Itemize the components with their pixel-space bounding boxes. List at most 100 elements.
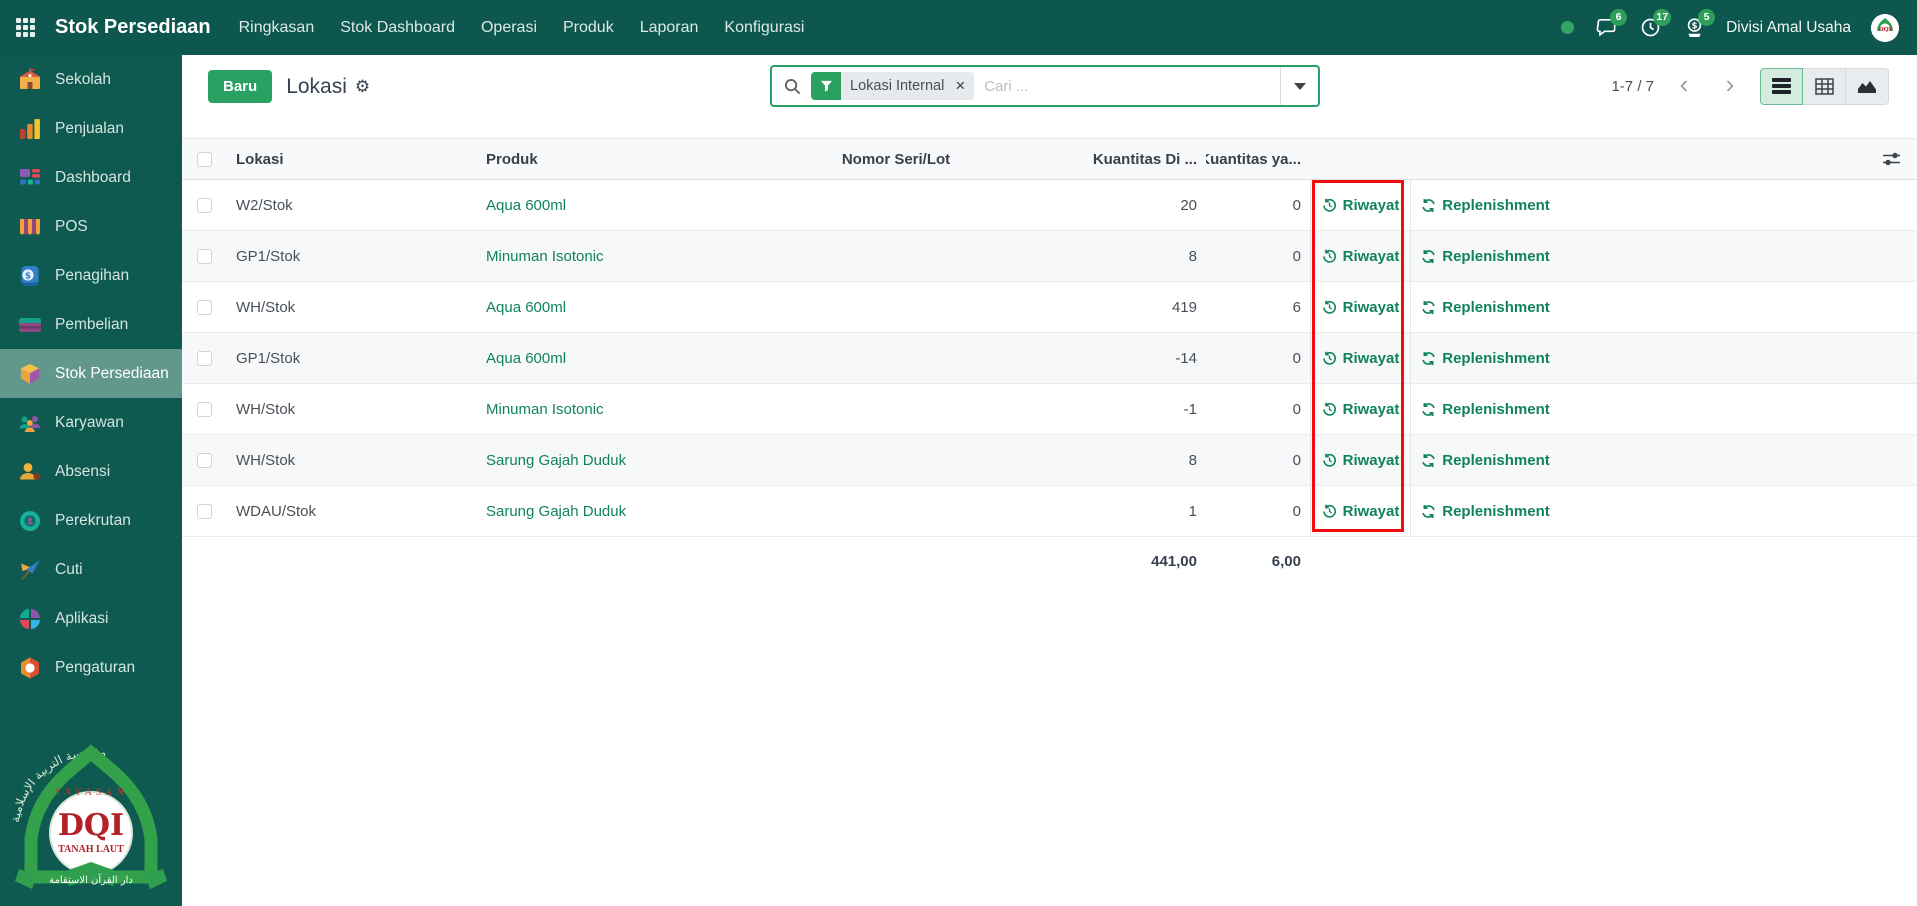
row-checkbox[interactable] — [197, 504, 212, 519]
product-link[interactable]: Minuman Isotonic — [486, 401, 604, 418]
replenishment-button[interactable]: Replenishment — [1421, 452, 1550, 469]
gear-icon[interactable]: ⚙ — [355, 77, 370, 97]
sidebar-item-cuti[interactable]: Cuti — [0, 545, 182, 594]
sales-chart-icon — [17, 116, 43, 142]
view-switcher — [1760, 68, 1889, 105]
facet-label: Lokasi Internal — [841, 72, 953, 100]
apps-menu-icon[interactable] — [16, 18, 35, 37]
history-button[interactable]: Riwayat — [1322, 401, 1400, 418]
menu-ringkasan[interactable]: Ringkasan — [239, 19, 315, 37]
cell-lokasi: GP1/Stok — [226, 333, 476, 383]
sidebar-item-dashboard[interactable]: Dashboard — [0, 153, 182, 202]
sidebar-item-stok-persediaan[interactable]: Stok Persediaan — [0, 349, 182, 398]
sidebar-item-aplikasi[interactable]: Aplikasi — [0, 594, 182, 643]
replenishment-button[interactable]: Replenishment — [1421, 248, 1550, 265]
row-checkbox[interactable] — [197, 402, 212, 417]
graph-view-button[interactable] — [1846, 68, 1889, 105]
messages-badge: 6 — [1610, 9, 1627, 26]
sidebar-item-label: POS — [55, 218, 88, 236]
app-title[interactable]: Stok Persediaan — [55, 16, 211, 39]
table-row[interactable]: WH/Stok Sarung Gajah Duduk 8 0 Riwayat R… — [182, 435, 1917, 486]
sidebar-item-absensi[interactable]: Absensi — [0, 447, 182, 496]
product-link[interactable]: Aqua 600ml — [486, 350, 566, 367]
col-header-produk[interactable]: Produk — [476, 139, 776, 179]
sidebar-item-label: Dashboard — [55, 169, 131, 187]
sidebar-item-pos[interactable]: POS — [0, 202, 182, 251]
sidebar-item-penjualan[interactable]: Penjualan — [0, 104, 182, 153]
row-checkbox[interactable] — [197, 351, 212, 366]
user-avatar[interactable]: DQI — [1871, 14, 1899, 42]
col-header-qty-reserved[interactable]: Kuantitas ya... — [1206, 139, 1310, 179]
replenishment-button[interactable]: Replenishment — [1421, 350, 1550, 367]
sidebar-item-sekolah[interactable]: Sekolah — [0, 55, 182, 104]
menu-produk[interactable]: Produk — [563, 19, 614, 37]
new-record-button[interactable]: Baru — [208, 70, 272, 103]
apps-wheel-icon — [17, 606, 43, 632]
cell-serial — [776, 231, 1016, 281]
sidebar-item-penagihan[interactable]: $ Penagihan — [0, 251, 182, 300]
list-view-button[interactable] — [1760, 68, 1803, 105]
cell-serial — [776, 486, 1016, 536]
inventory-box-icon — [17, 361, 43, 387]
product-link[interactable]: Sarung Gajah Duduk — [486, 503, 626, 520]
product-link[interactable]: Minuman Isotonic — [486, 248, 604, 265]
svg-text:YAYASAN: YAYASAN — [54, 787, 128, 798]
sidebar-item-pengaturan[interactable]: Pengaturan — [0, 643, 182, 692]
table-row[interactable]: GP1/Stok Minuman Isotonic 8 0 Riwayat Re… — [182, 231, 1917, 282]
col-header-lokasi[interactable]: Lokasi — [226, 139, 476, 179]
table-row[interactable]: WH/Stok Minuman Isotonic -1 0 Riwayat Re… — [182, 384, 1917, 435]
pager-next-button[interactable]: › — [1714, 68, 1746, 104]
activities-icon[interactable]: 17 — [1638, 16, 1662, 40]
menu-stok-dashboard[interactable]: Stok Dashboard — [340, 19, 455, 37]
cell-qty-reserved: 0 — [1206, 333, 1310, 383]
sidebar-item-karyawan[interactable]: Karyawan — [0, 398, 182, 447]
history-button[interactable]: Riwayat — [1322, 452, 1400, 469]
row-checkbox[interactable] — [197, 300, 212, 315]
optional-columns-icon[interactable] — [1882, 152, 1901, 167]
table-row[interactable]: WH/Stok Aqua 600ml 419 6 Riwayat Repleni… — [182, 282, 1917, 333]
history-button[interactable]: Riwayat — [1322, 503, 1400, 520]
row-checkbox[interactable] — [197, 453, 212, 468]
replenishment-button[interactable]: Replenishment — [1421, 197, 1550, 214]
menu-laporan[interactable]: Laporan — [640, 19, 699, 37]
menu-operasi[interactable]: Operasi — [481, 19, 537, 37]
search-dropdown-toggle[interactable] — [1280, 67, 1318, 105]
cell-qty-on-hand: 419 — [1016, 282, 1206, 332]
col-header-qty-on-hand[interactable]: Kuantitas Di ... — [1016, 139, 1206, 179]
history-button[interactable]: Riwayat — [1322, 299, 1400, 316]
table-row[interactable]: W2/Stok Aqua 600ml 20 0 Riwayat Replenis… — [182, 180, 1917, 231]
history-button[interactable]: Riwayat — [1322, 248, 1400, 265]
product-link[interactable]: Sarung Gajah Duduk — [486, 452, 626, 469]
row-checkbox[interactable] — [197, 249, 212, 264]
history-button[interactable]: Riwayat — [1322, 197, 1400, 214]
sales-money-icon[interactable]: $ 5 — [1682, 16, 1706, 40]
table-row[interactable]: GP1/Stok Aqua 600ml -14 0 Riwayat Replen… — [182, 333, 1917, 384]
table-row[interactable]: WDAU/Stok Sarung Gajah Duduk 1 0 Riwayat… — [182, 486, 1917, 537]
sidebar-item-pembelian[interactable]: Pembelian — [0, 300, 182, 349]
replenishment-button[interactable]: Replenishment — [1421, 299, 1550, 316]
cell-serial — [776, 435, 1016, 485]
pager-prev-button[interactable]: ‹ — [1668, 68, 1700, 104]
replenishment-button[interactable]: Replenishment — [1421, 401, 1550, 418]
replenishment-button[interactable]: Replenishment — [1421, 503, 1550, 520]
select-all-checkbox[interactable] — [197, 152, 212, 167]
product-link[interactable]: Aqua 600ml — [486, 197, 566, 214]
history-button[interactable]: Riwayat — [1322, 350, 1400, 367]
row-checkbox[interactable] — [197, 198, 212, 213]
chevron-down-icon — [1294, 83, 1306, 90]
pivot-view-button[interactable] — [1803, 68, 1846, 105]
search-input[interactable] — [974, 78, 1280, 95]
facet-remove-icon[interactable]: × — [953, 72, 974, 100]
user-name[interactable]: Divisi Amal Usaha — [1726, 19, 1851, 37]
cell-qty-reserved: 0 — [1206, 435, 1310, 485]
product-link[interactable]: Aqua 600ml — [486, 299, 566, 316]
top-navbar: Stok Persediaan Ringkasan Stok Dashboard… — [0, 0, 1917, 55]
messages-icon[interactable]: 6 — [1594, 16, 1618, 40]
menu-konfigurasi[interactable]: Konfigurasi — [724, 19, 804, 37]
odoo-screen: Stok Persediaan Ringkasan Stok Dashboard… — [0, 0, 1917, 906]
cell-qty-on-hand: 20 — [1016, 180, 1206, 230]
sidebar-item-label: Stok Persediaan — [55, 365, 169, 383]
sidebar-item-perekrutan[interactable]: Perekrutan — [0, 496, 182, 545]
sidebar-item-label: Cuti — [55, 561, 83, 579]
col-header-serial[interactable]: Nomor Seri/Lot — [776, 139, 1016, 179]
